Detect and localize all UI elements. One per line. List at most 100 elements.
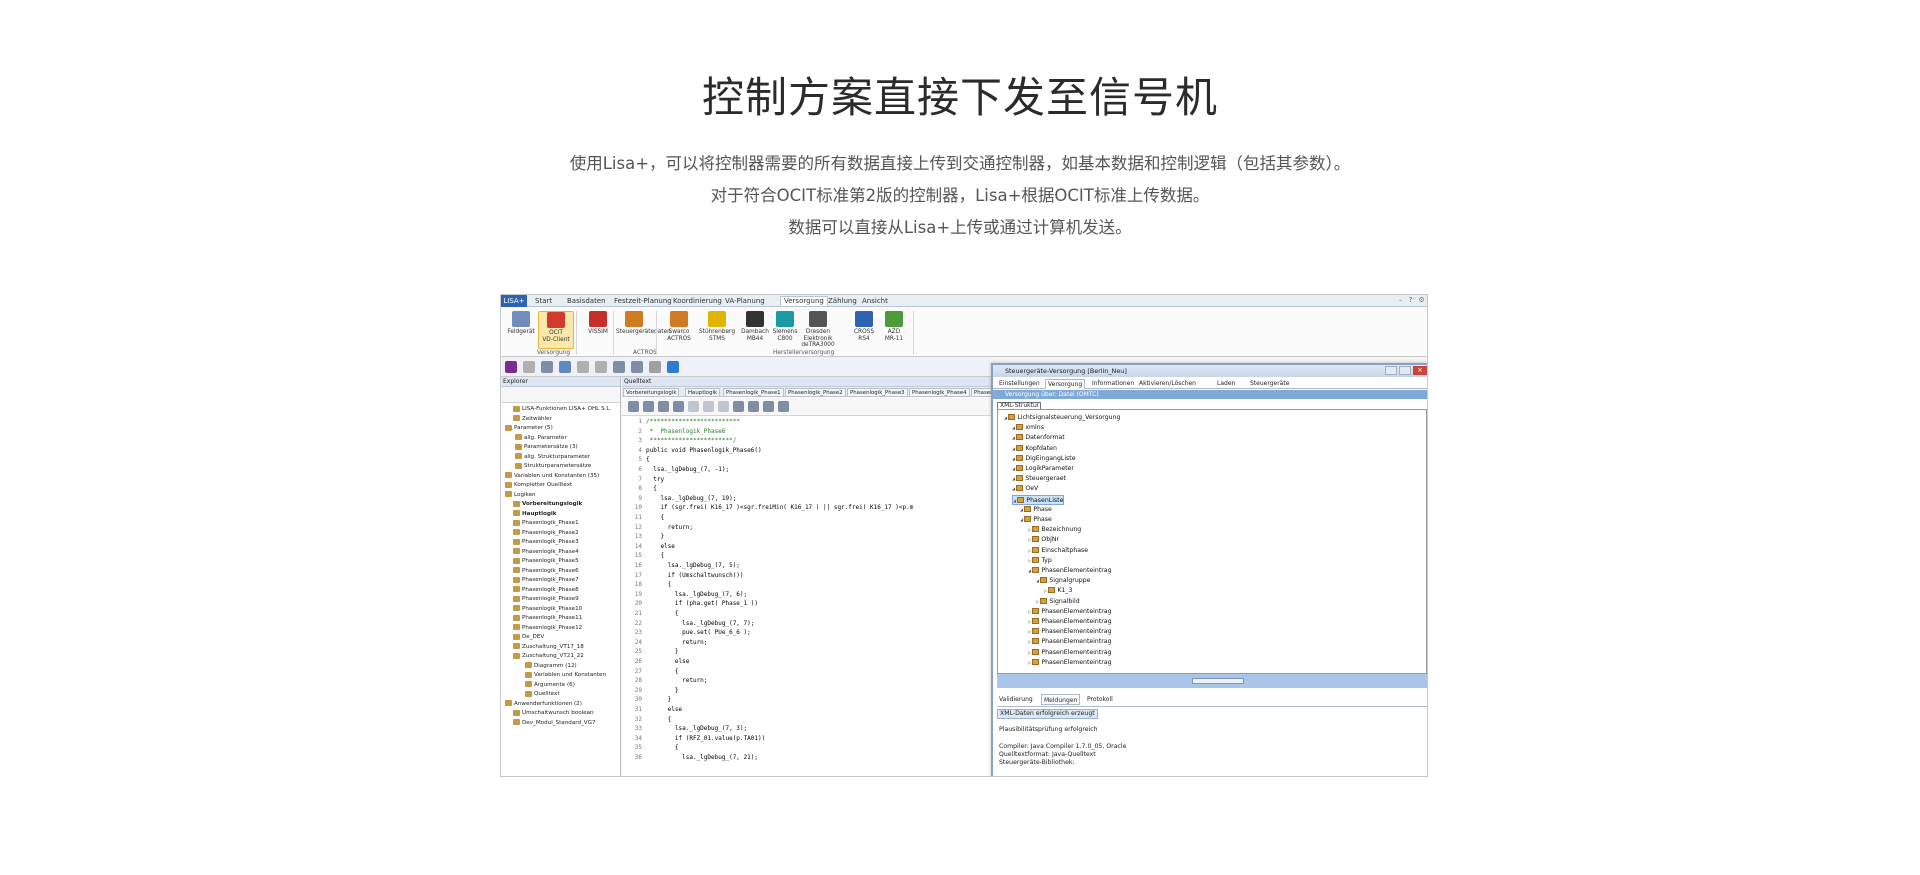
xml-tree-node[interactable]: ◢ Phase xyxy=(1020,515,1052,526)
toolbar-icon-6[interactable] xyxy=(613,361,625,373)
explorer-item[interactable]: Parametersätze (3) xyxy=(515,443,578,453)
dialog-close-button[interactable]: × xyxy=(1413,366,1427,375)
explorer-item[interactable]: Phasenlogik_Phase9 xyxy=(513,595,579,605)
xml-tree-node[interactable]: ◢ xmlns xyxy=(1012,423,1044,434)
explorer-item[interactable]: Zuschaltung_VT21_22 xyxy=(513,652,584,662)
xml-tree-node[interactable]: ◢ Lichtsignalsteuerung_Versorgung xyxy=(1004,413,1120,424)
xml-tree-node[interactable]: ◢ PhasenListe xyxy=(1012,494,1065,506)
editor-tool-icon-5[interactable] xyxy=(703,401,714,412)
explorer-item[interactable]: Variablen und Konstanten xyxy=(525,671,606,681)
explorer-item[interactable]: Phasenlogik_Phase2 xyxy=(513,529,579,539)
explorer-item[interactable]: Argumente (6) xyxy=(525,681,575,691)
toolbar-icon-9[interactable] xyxy=(667,361,679,373)
dialog-tab-4[interactable]: Laden xyxy=(1215,379,1237,389)
ribbon-tab-7[interactable]: Ansicht xyxy=(862,297,888,306)
app-menu-button[interactable]: LISA+ xyxy=(501,295,527,307)
explorer-item[interactable]: LISA-Funktionen LISA+ OHL S.L. xyxy=(513,405,611,415)
explorer-item[interactable]: Zuschaltung_VT17_18 xyxy=(513,643,584,653)
dialog-minimize-button[interactable] xyxy=(1385,366,1397,375)
ribbon-button-5[interactable]: Stührenberg STMS xyxy=(699,311,735,349)
explorer-item[interactable]: Phasenlogik_Phase3 xyxy=(513,538,579,548)
explorer-item[interactable]: Phasenlogik_Phase6 xyxy=(513,567,579,577)
toolbar-icon-7[interactable] xyxy=(631,361,643,373)
xml-tree-node[interactable]: ▷ Bezeichnung xyxy=(1028,525,1081,536)
editor-tab-4[interactable]: Phasenlogik_Phase3 xyxy=(847,388,908,397)
explorer-item[interactable]: Diagramm (12) xyxy=(525,662,577,672)
editor-tab-1[interactable]: Hauptlogik xyxy=(685,388,721,397)
ribbon-tab-1[interactable]: Basisdaten xyxy=(567,297,606,306)
explorer-item[interactable]: Phasenlogik_Phase10 xyxy=(513,605,582,615)
ribbon-button-0[interactable]: Feldgerät xyxy=(503,311,539,349)
ribbon-tab-2[interactable]: Festzeit-Planung xyxy=(614,297,672,306)
explorer-item[interactable]: Hauptlogik xyxy=(513,510,557,520)
dialog-tab-3[interactable]: Aktivieren/Löschen xyxy=(1137,379,1198,389)
editor-tool-icon-8[interactable] xyxy=(748,401,759,412)
explorer-item[interactable]: Vorbereitungslogik xyxy=(513,500,582,510)
toolbar-icon-4[interactable] xyxy=(577,361,589,373)
xml-tree-node[interactable]: ◢ Signalgruppe xyxy=(1036,576,1090,587)
explorer-item[interactable]: Kompletter Quelltext xyxy=(505,481,572,491)
bottom-tab-2[interactable]: Protokoll xyxy=(1085,694,1115,705)
editor-tool-icon-6[interactable] xyxy=(718,401,729,412)
ribbon-button-10[interactable]: AŽD MR-11 xyxy=(876,311,912,349)
editor-tab-0[interactable]: Vorbereitungslogik xyxy=(623,388,680,397)
ribbon-button-1[interactable]: OCIT VD-Client xyxy=(538,311,574,349)
editor-tab-3[interactable]: Phasenlogik_Phase2 xyxy=(785,388,846,397)
editor-tab-5[interactable]: Phasenlogik_Phase4 xyxy=(909,388,970,397)
explorer-item[interactable]: Phasenlogik_Phase12 xyxy=(513,624,582,634)
bottom-tab-1[interactable]: Meldungen xyxy=(1041,694,1081,705)
ribbon-button-3[interactable]: Steuergerätedaten xyxy=(616,311,671,349)
dialog-tab-0[interactable]: Einstellungen xyxy=(997,379,1042,389)
xml-tree-node[interactable]: ◢ Steuergeraet xyxy=(1012,474,1066,485)
xml-tree[interactable]: ◢ Lichtsignalsteuerung_Versorgung ◢ xmlns… xyxy=(997,409,1427,674)
explorer-item[interactable]: Parameter (5) xyxy=(505,424,553,434)
ribbon-tab-5[interactable]: Versorgung xyxy=(780,296,828,306)
xml-tree-node[interactable]: ◢ Phase xyxy=(1020,505,1052,516)
editor-tab-2[interactable]: Phasenlogik_Phase1 xyxy=(723,388,784,397)
settings-icon[interactable]: ⚙ xyxy=(1417,296,1426,305)
toolbar-icon-8[interactable] xyxy=(649,361,661,373)
xml-tree-node[interactable]: ▷ PhasenElementeintrag xyxy=(1028,627,1112,638)
help-icon[interactable]: ? xyxy=(1406,296,1415,305)
explorer-item[interactable]: De_DEV xyxy=(513,633,544,643)
bottom-tab-0[interactable]: Validierung xyxy=(997,694,1035,705)
xml-tree-node[interactable]: ◢ Kopfdaten xyxy=(1012,444,1057,455)
xml-tree-node[interactable]: ◢ LogikParameter xyxy=(1012,464,1074,475)
explorer-item[interactable]: allg. Strukturparameter xyxy=(515,453,590,463)
explorer-item[interactable]: Anwenderfunktionen (2) xyxy=(505,700,582,710)
explorer-item[interactable]: Phasenlogik_Phase7 xyxy=(513,576,579,586)
editor-tool-icon-9[interactable] xyxy=(763,401,774,412)
code-area[interactable]: 1 /************************* 2 * Phasenlog… xyxy=(622,417,993,776)
dialog-tab-1[interactable]: Versorgung xyxy=(1045,379,1086,389)
xml-tree-node[interactable]: ◢ DigEingangListe xyxy=(1012,454,1076,465)
explorer-item[interactable]: Phasenlogik_Phase8 xyxy=(513,586,579,596)
xml-tree-node[interactable]: ◢ PhasenElementeintrag xyxy=(1028,566,1112,577)
explorer-item[interactable]: allg. Parameter xyxy=(515,434,567,444)
explorer-item[interactable]: Phasenlogik_Phase11 xyxy=(513,614,582,624)
horizontal-scrollbar[interactable] xyxy=(997,674,1427,688)
ribbon-button-4[interactable]: Swarco ACTROS xyxy=(661,311,697,349)
xml-tree-node[interactable]: ▷ Signalbild xyxy=(1036,597,1080,608)
xml-tree-node[interactable]: ▷ PhasenElementeintrag xyxy=(1028,637,1112,648)
ribbon-tab-3[interactable]: Koordinierung xyxy=(673,297,722,306)
minimize-icon[interactable]: – xyxy=(1396,296,1405,305)
editor-tool-icon-10[interactable] xyxy=(778,401,789,412)
explorer-item[interactable]: Dev_Modul_Standard_VG7 xyxy=(513,719,596,729)
toolbar-icon-5[interactable] xyxy=(595,361,607,373)
explorer-item[interactable]: Umschaltwunsch boolean xyxy=(513,709,594,719)
ribbon-button-2[interactable]: VISSIM xyxy=(580,311,616,349)
editor-tool-icon-2[interactable] xyxy=(658,401,669,412)
xml-tree-node[interactable]: ◢ Datenformat xyxy=(1012,433,1065,444)
editor-tool-icon-3[interactable] xyxy=(673,401,684,412)
xml-tree-node[interactable]: ▷ PhasenElementeintrag xyxy=(1028,658,1112,669)
toolbar-icon-2[interactable] xyxy=(541,361,553,373)
xml-tree-node[interactable]: ◢ OeV xyxy=(1012,484,1038,495)
toolbar-icon-3[interactable] xyxy=(559,361,571,373)
ribbon-button-7[interactable]: Siemens C800 xyxy=(767,311,803,349)
explorer-item[interactable]: Phasenlogik_Phase1 xyxy=(513,519,579,529)
ribbon-tab-6[interactable]: Zählung xyxy=(828,297,857,306)
explorer-item[interactable]: Phasenlogik_Phase5 xyxy=(513,557,579,567)
toolbar-icon-0[interactable] xyxy=(505,361,517,373)
scrollbar-thumb[interactable] xyxy=(1192,678,1244,684)
toolbar-icon-1[interactable] xyxy=(523,361,535,373)
